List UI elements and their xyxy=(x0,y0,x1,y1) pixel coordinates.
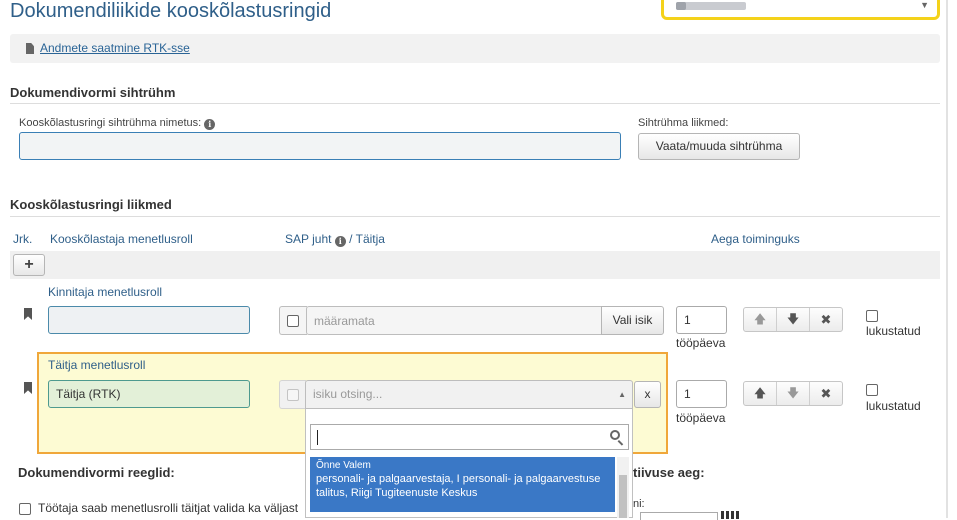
sap-manager-checkbox-wrap xyxy=(279,306,307,335)
person-search-select[interactable]: isiku otsing... ▲ xyxy=(305,380,633,409)
column-sap-executor: SAP juht i / Täitja xyxy=(285,232,385,247)
organization-selector[interactable]: ▼ xyxy=(661,0,940,20)
executor-days-input[interactable]: 1 xyxy=(676,380,727,408)
target-group-name-label: Kooskõlastusringi sihtrühma nimetus: i xyxy=(19,117,216,130)
remove-icon[interactable]: ✖ xyxy=(810,382,842,405)
approver-locked-checkbox[interactable] xyxy=(866,310,878,322)
approver-locked-label: lukustatud xyxy=(866,324,921,338)
executor-order-controls: 🡅 🡇 ✖ xyxy=(743,381,843,406)
rules-checkbox[interactable] xyxy=(19,503,31,515)
page-right-border xyxy=(946,0,948,518)
dropdown-scrollbar[interactable] xyxy=(617,457,629,518)
move-down-icon[interactable]: 🡇 xyxy=(777,308,810,331)
executor-days-unit: tööpäeva xyxy=(676,411,726,425)
choose-person-button[interactable]: Vali isik xyxy=(601,306,664,335)
selection-icon xyxy=(676,2,686,10)
move-up-icon[interactable]: 🡅 xyxy=(744,382,777,405)
move-down-icon[interactable]: 🡇 xyxy=(777,382,810,405)
person-dropdown: Õnne Valem personali- ja palgaarvestaja,… xyxy=(305,409,633,518)
approver-days-input[interactable]: 1 xyxy=(676,306,727,334)
approver-role-label: Kinnitaja menetlusroll xyxy=(48,285,163,299)
bookmark-icon xyxy=(24,308,32,320)
executor-locked-checkbox[interactable] xyxy=(866,384,878,396)
blurred-selection xyxy=(676,2,746,10)
person-option[interactable]: Õnne Valem personali- ja palgaarvestaja,… xyxy=(310,457,615,512)
document-icon xyxy=(26,43,34,54)
column-deadline: Aega toiminguks xyxy=(711,232,800,246)
column-order: Jrk. xyxy=(13,232,33,246)
activity-time-title: tiivuse aeg: xyxy=(633,465,705,480)
text-cursor xyxy=(317,430,318,445)
approver-person-field[interactable]: määramata xyxy=(306,306,602,335)
option-description: personali- ja palgaarvestaja, I personal… xyxy=(316,473,601,499)
clear-person-button[interactable]: x xyxy=(634,381,661,408)
remove-icon[interactable]: ✖ xyxy=(810,308,842,331)
executor-role-input[interactable]: Täitja (RTK) xyxy=(48,380,250,408)
sap-manager-checkbox xyxy=(287,389,299,401)
approver-days-unit: tööpäeva xyxy=(676,336,726,350)
chevron-down-icon: ▼ xyxy=(920,0,929,10)
option-name: Õnne Valem xyxy=(316,460,371,471)
scrollbar-thumb[interactable] xyxy=(619,475,627,518)
export-link[interactable]: Andmete saatmine RTK-sse xyxy=(40,41,190,55)
members-section-title: Kooskõlastusringi liikmed xyxy=(10,197,172,212)
add-member-button[interactable]: + xyxy=(13,254,45,276)
section-divider xyxy=(10,103,940,104)
view-target-group-button[interactable]: Vaata/muuda sihtrühma xyxy=(638,133,800,160)
sap-manager-checkbox[interactable] xyxy=(287,315,299,327)
bookmark-icon xyxy=(24,382,32,394)
page-title: Dokumendiliikide kooskõlastusringid xyxy=(10,0,332,22)
move-up-icon[interactable]: 🡅 xyxy=(744,308,777,331)
search-icon xyxy=(610,430,620,440)
target-group-section-title: Dokumendivormi sihtrühm xyxy=(10,85,176,100)
export-link-bar: Andmete saatmine RTK-sse xyxy=(10,34,940,63)
target-group-members-label: Sihtrühma liikmed: xyxy=(638,117,729,129)
info-icon[interactable]: i xyxy=(204,119,216,130)
activity-time-input[interactable] xyxy=(640,512,718,520)
executor-locked-label: lukustatud xyxy=(866,399,921,413)
column-role: Kooskõlastaja menetlusroll xyxy=(50,232,193,246)
person-search-input[interactable] xyxy=(310,424,629,450)
executor-role-label: Täitja menetlusroll xyxy=(48,358,146,372)
activity-time-label: ni: xyxy=(633,498,645,510)
approver-role-input[interactable] xyxy=(48,306,250,334)
approver-order-controls: 🡅 🡇 ✖ xyxy=(743,307,843,332)
chevron-up-icon: ▲ xyxy=(618,390,626,399)
info-icon[interactable]: i xyxy=(334,236,346,247)
section-divider xyxy=(10,216,940,217)
rules-checkbox-label: Töötaja saab menetlusrolli täitjat valid… xyxy=(38,501,299,515)
table-toolbar xyxy=(10,251,940,279)
sap-manager-checkbox-wrap xyxy=(279,380,306,409)
target-group-name-input[interactable] xyxy=(19,132,621,160)
rules-section-title: Dokumendivormi reeglid: xyxy=(18,465,175,480)
